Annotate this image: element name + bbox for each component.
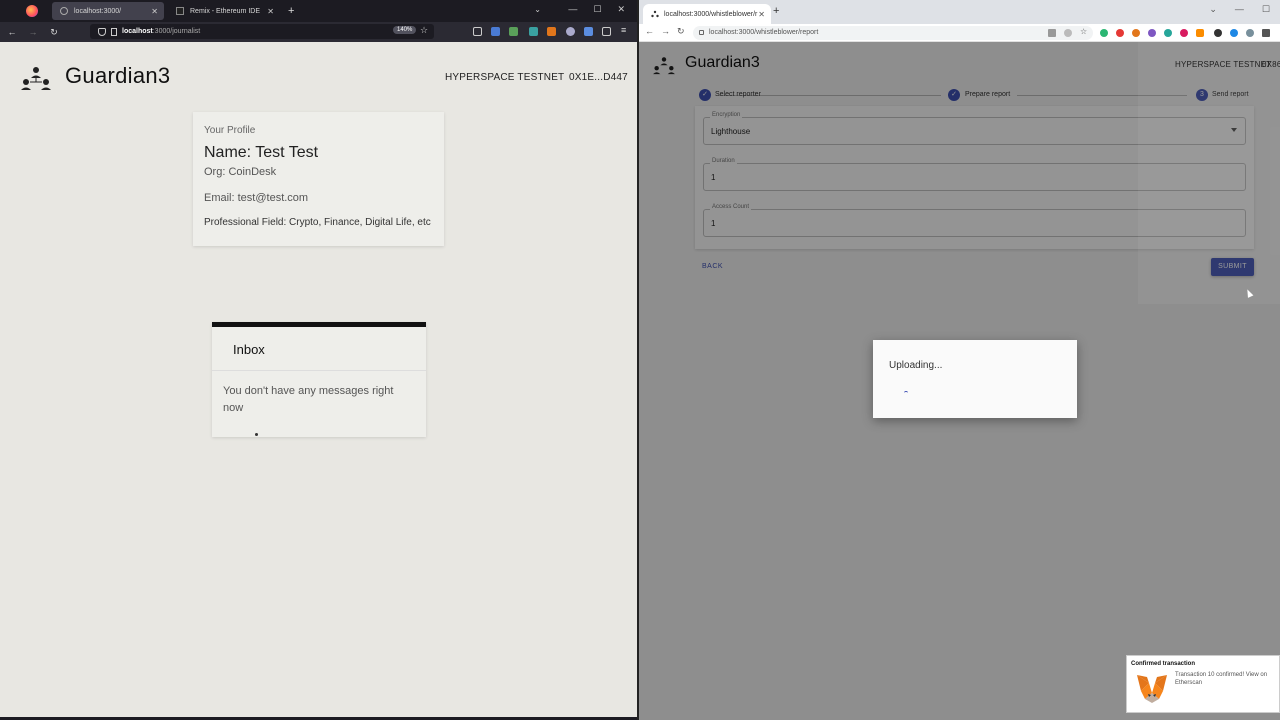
extension-puzzle-icon[interactable] [584,27,593,36]
tab-label: localhost:3000/ [74,7,122,15]
window-controls: — ☐ ✕ [568,4,625,15]
info-icon [699,30,704,35]
close-icon[interactable]: ✕ [267,7,274,16]
network-label[interactable]: HYPERSPACE TESTNET [445,72,564,83]
window-controls: ⌄ — ☐ [1209,4,1270,15]
extension-dark-icon[interactable] [1214,29,1222,37]
tab-whistleblower[interactable]: localhost:3000/whistleblower/r ✕ [643,4,771,24]
firefox-nav-bar: ← → ↻ localhost:3000/journalist 140% ☆ ≡ [0,22,637,42]
extension-blue-icon[interactable] [491,27,500,36]
minimize-icon[interactable]: — [568,4,577,15]
extension-teal-icon[interactable] [529,27,538,36]
tab-remix[interactable]: Remix - Ethereum IDE ✕ [168,2,280,20]
tab-label: Remix - Ethereum IDE [190,7,261,15]
metamask-fox-icon [1137,675,1167,703]
extension-circle-icon[interactable] [566,27,575,36]
metamask-icon[interactable] [1132,29,1140,37]
puzzle-icon[interactable] [1262,29,1270,37]
translate-icon[interactable] [1048,29,1056,37]
notification-body: Transaction 10 confirmed! View on Ethers… [1175,672,1268,686]
profile-professional-field: Professional Field: Crypto, Finance, Dig… [204,217,431,228]
left-browser-window: localhost:3000/ ✕ Remix - Ethereum IDE ✕… [0,0,637,717]
profile-email: Email: test@test.com [204,192,309,204]
pocket-icon[interactable] [473,27,482,36]
inbox-header: Inbox [212,327,426,371]
zoom-badge[interactable]: 140% [393,26,417,34]
right-browser-window: localhost:3000/whistleblower/r ✕ + ⌄ — ☐… [639,0,1280,720]
backdrop-highlight [1138,42,1280,304]
inbox-title: Inbox [233,342,265,357]
bookmark-star-icon[interactable]: ☆ [420,25,428,36]
profile-label: Your Profile [204,125,256,136]
chevron-down-icon[interactable]: ⌄ [1209,4,1217,15]
chevron-down-icon[interactable]: ⌄ [534,5,541,14]
extension-green-icon[interactable] [509,27,518,36]
guardian3-favicon-icon [651,10,659,18]
extension-blue-icon[interactable] [1230,29,1238,37]
minimize-icon[interactable]: — [1235,4,1244,15]
new-tab-plus-icon[interactable]: + [288,5,294,17]
reload-icon[interactable]: ↻ [677,26,685,37]
url-path: :3000/journalist [152,28,201,35]
close-icon[interactable]: ✕ [758,10,765,19]
profile-name: Name: Test Test [204,144,319,161]
url-host: localhost [122,28,153,35]
tab-localhost[interactable]: localhost:3000/ ✕ [52,2,164,20]
extension-teal-icon[interactable] [1164,29,1172,37]
extension-red-icon[interactable] [1116,29,1124,37]
remix-icon [176,7,184,15]
inbox-empty-message: You don't have any messages right now [223,385,394,414]
shield-icon [98,27,106,36]
new-tab-plus-icon[interactable]: + [773,5,779,17]
close-window-icon[interactable]: ✕ [617,4,625,15]
maximize-icon[interactable]: ☐ [1262,4,1270,15]
chrome-nav-bar: ← → ↻ localhost:3000/whistleblower/repor… [639,24,1280,42]
chrome-tab-bar: localhost:3000/whistleblower/r ✕ + ⌄ — ☐ [639,0,1280,24]
maximize-icon[interactable]: ☐ [593,4,601,15]
guardian3-logo-icon [21,67,51,90]
bookmark-star-icon[interactable]: ☆ [1080,27,1088,36]
back-arrow-icon[interactable]: ← [3,27,21,37]
profile-card: Your Profile Name: Test Test Org: CoinDe… [193,112,444,246]
account-icon[interactable] [602,27,611,36]
loading-dot [255,433,258,436]
share-icon[interactable] [1064,29,1072,37]
wallet-address[interactable]: 0X1E...D447 [569,72,628,83]
back-arrow-icon[interactable]: ← [645,26,654,36]
forward-arrow-icon[interactable]: → [24,27,42,37]
app-title: Guardian3 [65,63,171,88]
extension-grey-icon[interactable] [1246,29,1254,37]
url-text: localhost:3000/whistleblower/report [709,29,819,36]
extension-green-icon[interactable] [1100,29,1108,37]
profile-org: Org: CoinDesk [204,166,277,178]
close-icon[interactable]: ✕ [151,7,158,16]
menu-icon[interactable]: ≡ [621,25,630,35]
extension-pink-icon[interactable] [1180,29,1188,37]
forward-arrow-icon[interactable]: → [661,26,670,36]
url-bar[interactable]: localhost:3000/journalist [90,24,434,39]
metamask-notification[interactable]: Confirmed transaction Transaction 10 con… [1126,655,1280,713]
globe-icon [60,7,68,15]
firefox-logo-icon [26,5,38,17]
extension-purple-icon[interactable] [1148,29,1156,37]
page-icon [111,27,117,36]
uploading-text: Uploading... [889,360,943,371]
spinner-icon [904,391,908,395]
reload-icon[interactable]: ↻ [45,27,63,38]
url-bar[interactable]: localhost:3000/whistleblower/report [693,26,1093,40]
notification-title: Confirmed transaction [1131,661,1196,667]
inbox-card: Inbox You don't have any messages right … [212,322,426,437]
extension-orange-icon[interactable] [1196,29,1204,37]
tab-label: localhost:3000/whistleblower/r [664,10,758,18]
metamask-icon[interactable] [547,27,556,36]
uploading-dialog: Uploading... [873,340,1077,418]
firefox-tab-bar: localhost:3000/ ✕ Remix - Ethereum IDE ✕… [0,0,637,22]
